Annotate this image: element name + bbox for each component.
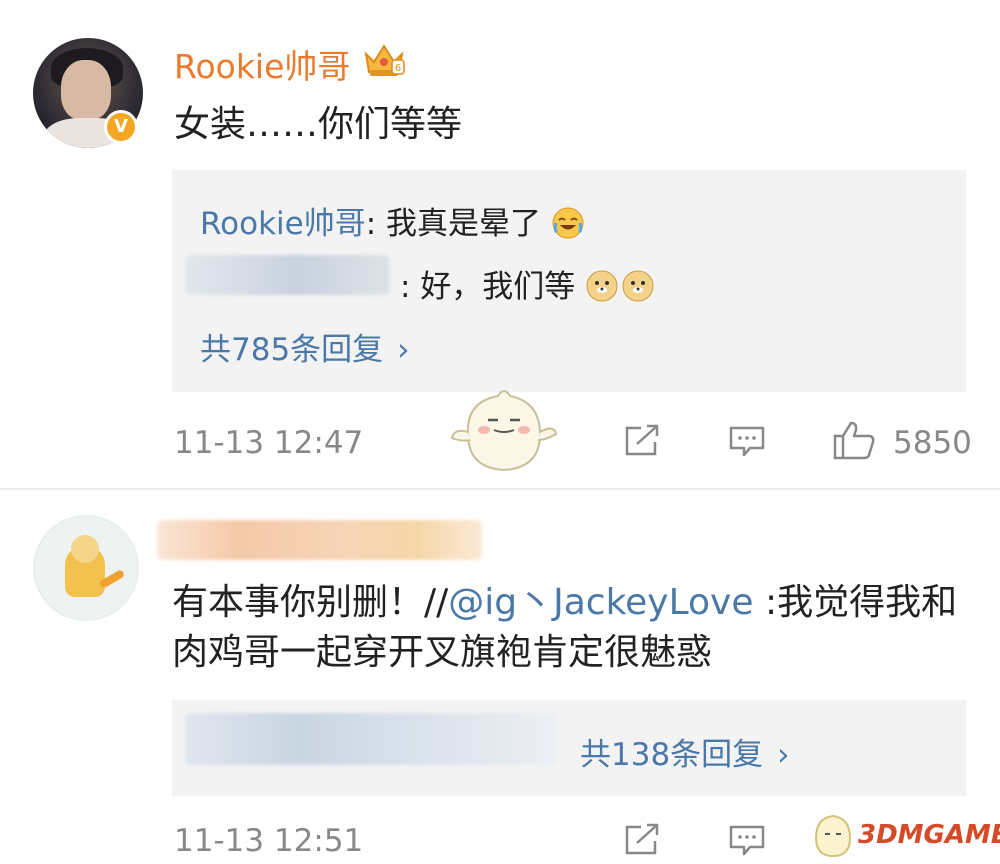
laugh-cry-emoji-icon: [552, 207, 584, 239]
redacted-username: [157, 520, 482, 560]
comment-username[interactable]: Rookie帅哥: [174, 40, 350, 88]
chevron-right-icon: ›: [397, 332, 410, 368]
watermark: 3DMGAME: [808, 806, 1000, 864]
comment-timestamp: 11-13 12:51: [174, 823, 364, 859]
reply-count-link[interactable]: 共138条回复 ›: [580, 729, 790, 774]
watermark-text: 3DMGAME: [858, 820, 1000, 850]
mascot-watermark-icon: [814, 814, 852, 858]
like-count: 5850: [893, 425, 972, 461]
doge-emoji-icon: [586, 270, 654, 302]
mascot-sticker-icon: [450, 390, 558, 472]
reply-item[interactable]: : 好，我们等: [400, 261, 655, 306]
comment-text: 女装……你们等等: [174, 104, 463, 145]
share-icon[interactable]: [623, 424, 661, 458]
chevron-right-icon: ›: [777, 737, 790, 773]
redacted-reply-preview: [185, 713, 557, 765]
reply-item[interactable]: Rookie帅哥: 我真是晕了: [200, 198, 585, 243]
verified-badge-icon: V: [104, 110, 138, 144]
reply-username[interactable]: Rookie帅哥: [200, 206, 366, 242]
comment-icon[interactable]: [728, 823, 766, 857]
avatar[interactable]: [33, 515, 139, 621]
vip-crown-icon: 6: [364, 44, 405, 76]
svg-text:6: 6: [395, 63, 401, 74]
mention-link[interactable]: @ig丶JackeyLove: [448, 582, 753, 623]
redacted-username: [185, 255, 390, 295]
reply-text: 我真是晕了: [386, 206, 542, 242]
comment-text: 有本事你别删！//@ig丶JackeyLove :我觉得我和肉鸡哥一起穿开叉旗袍…: [172, 582, 958, 673]
share-icon[interactable]: [623, 823, 661, 857]
reply-count-link[interactable]: 共785条回复 ›: [200, 324, 410, 369]
like-icon[interactable]: [832, 420, 876, 460]
divider: [0, 488, 1000, 490]
reply-text: 好，我们等: [420, 269, 576, 305]
comment-icon[interactable]: [728, 424, 766, 458]
comment-timestamp: 11-13 12:47: [174, 425, 364, 461]
